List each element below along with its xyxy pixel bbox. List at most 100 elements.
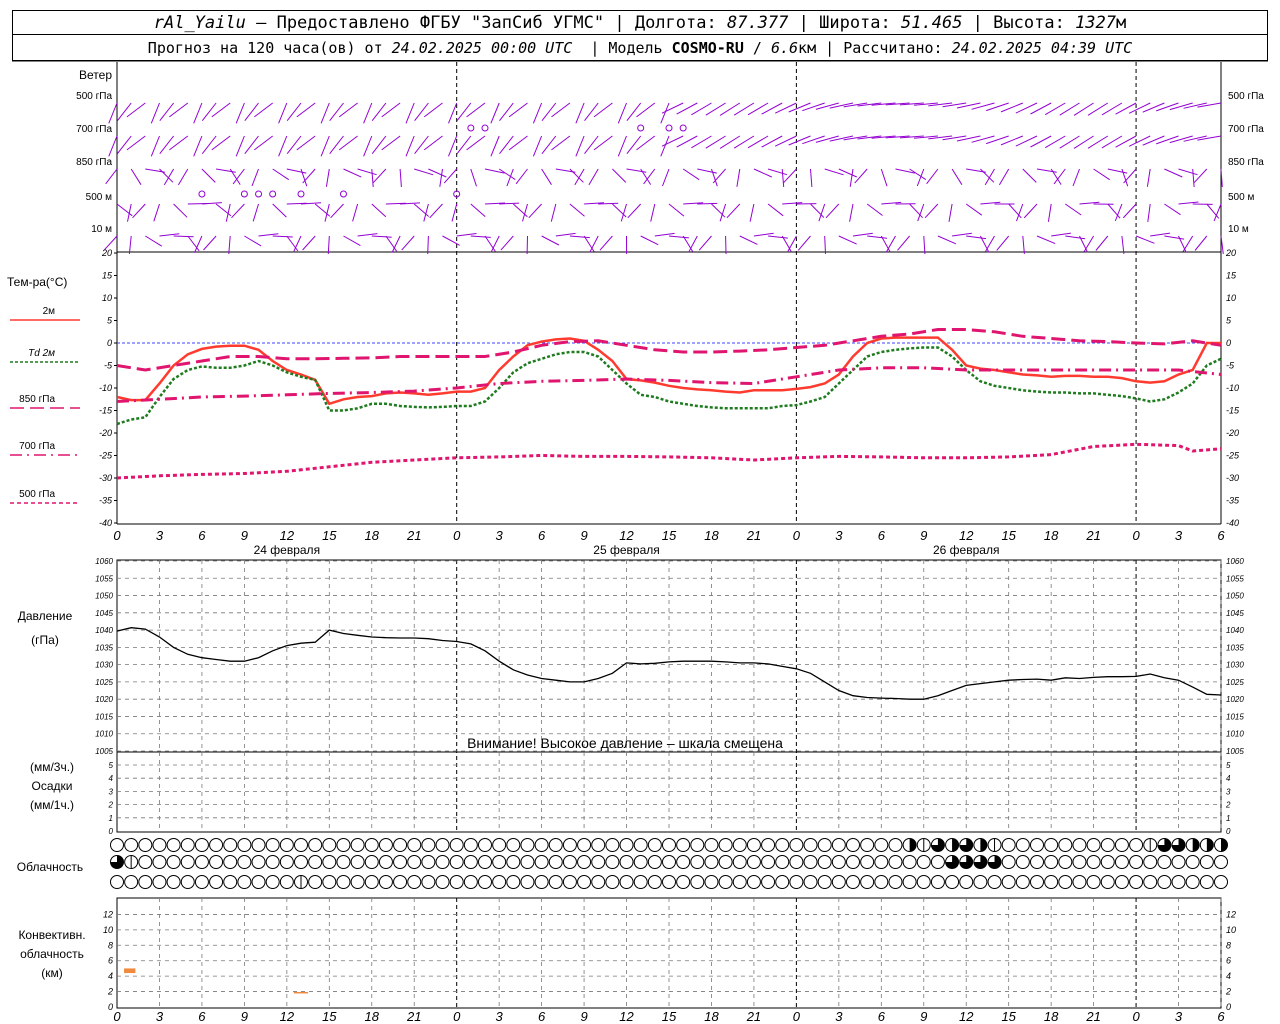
- wind-barb: [1022, 168, 1037, 183]
- hour-tick-label: 9: [241, 528, 248, 543]
- convective-title-line: (км): [41, 966, 63, 980]
- temp-tick-left: 5: [107, 316, 113, 326]
- pressure-tick-right: 1035: [1226, 643, 1244, 652]
- cloud-symbol: [308, 838, 323, 852]
- cloud-symbol: [435, 875, 450, 889]
- wind-barb: [1213, 203, 1222, 222]
- wind-barb: [399, 168, 402, 188]
- pressure-tick-left: 1025: [95, 678, 113, 687]
- wind-barb: [201, 202, 222, 205]
- hour-tick-label: 0: [1132, 528, 1140, 543]
- cloud-symbol: [364, 838, 379, 852]
- wind-barb: [363, 102, 373, 124]
- precip-tick-right: 2: [1225, 801, 1231, 810]
- cloud-symbol: [775, 838, 790, 852]
- precip-tick-right: 0: [1226, 827, 1231, 836]
- cloud-symbol: [775, 855, 790, 869]
- wind-barb: [1164, 168, 1183, 178]
- calm-wind-circle: [240, 190, 248, 198]
- cloud-symbol: [463, 838, 478, 852]
- wind-barb: [187, 235, 200, 252]
- wind-barb: [1123, 168, 1137, 184]
- convective-tick-right: 4: [1226, 971, 1231, 981]
- temp-tick-left: -20: [99, 428, 112, 438]
- convective-tick-right: 12: [1226, 909, 1236, 919]
- cloud-symbol: [506, 838, 521, 852]
- wind-barb: [866, 203, 883, 216]
- wind-level-label-right: 500 м: [1228, 192, 1254, 203]
- cloud-symbol: [1072, 838, 1087, 852]
- wind-barb: [661, 102, 684, 114]
- cloud-symbol: [746, 875, 761, 889]
- hour-tick-label: 6: [1217, 528, 1225, 543]
- cloud-symbol: [492, 855, 507, 869]
- temp-tick-left: 15: [102, 271, 113, 281]
- precip-tick-right: 1: [1226, 814, 1230, 823]
- cloud-symbol: [1214, 855, 1228, 869]
- temp-tick-left: 0: [107, 338, 112, 348]
- wind-barb: [414, 102, 429, 122]
- temp-legend-label: 2м: [43, 306, 56, 317]
- wind-barb: [251, 168, 259, 187]
- cloud-symbol: [676, 838, 691, 852]
- cloud-symbol: [1199, 855, 1214, 869]
- temp-tick-right: -5: [1226, 361, 1235, 371]
- temp-tick-left: -10: [99, 383, 112, 393]
- wind-barb: [810, 168, 813, 188]
- wind-barb: [371, 168, 374, 188]
- bottom-hour-tick-label: 9: [580, 1009, 587, 1024]
- hour-tick-label: 3: [496, 528, 504, 543]
- wind-barb: [159, 102, 174, 122]
- wind-barb: [810, 203, 825, 218]
- wind-barb: [1047, 203, 1052, 222]
- cloud-symbol: [732, 838, 747, 852]
- bottom-hour-tick-label: 12: [280, 1009, 295, 1024]
- calm-wind-circle: [297, 190, 305, 198]
- cloud-symbol: [265, 838, 280, 852]
- day-label: 26 февраля: [933, 543, 999, 557]
- cloud-symbol: [1044, 855, 1059, 869]
- wind-barb: [1135, 235, 1155, 244]
- pressure-tick-right: 1050: [1226, 592, 1244, 601]
- calm-wind-circle: [481, 124, 489, 132]
- pressure-tick-right: 1040: [1226, 626, 1244, 635]
- wind-title: Ветер: [79, 68, 112, 82]
- wind-barb: [286, 168, 307, 174]
- temp-tick-left: 20: [101, 248, 112, 258]
- wind-barb: [1095, 235, 1109, 251]
- wind-barb: [1142, 102, 1165, 113]
- cloud-symbol: [704, 838, 719, 852]
- temp-tick-left: -15: [99, 406, 113, 416]
- cloud-symbol: [407, 855, 422, 869]
- bottom-hour-tick-label: 6: [1217, 1009, 1225, 1024]
- pressure-tick-left: 1040: [95, 626, 113, 635]
- convective-tick-left: 4: [108, 971, 113, 981]
- wind-barb: [357, 168, 377, 176]
- cloud-symbol: [1001, 838, 1016, 852]
- cloud-symbol: [194, 875, 209, 889]
- wind-barb: [575, 102, 585, 124]
- cloud-symbol: [378, 855, 393, 869]
- pressure-axis-title: Давление: [18, 609, 73, 623]
- temp-tick-right: -20: [1226, 428, 1239, 438]
- cloud-symbol: [562, 855, 577, 869]
- hour-tick-label: 18: [1044, 528, 1059, 543]
- wind-barb: [815, 102, 839, 110]
- precip-tick-right: 5: [1226, 761, 1231, 770]
- cloud-symbol: [676, 855, 691, 869]
- pressure-tick-left: 1060: [95, 557, 113, 566]
- wind-barb: [1065, 235, 1086, 240]
- calm-wind-circle: [467, 124, 475, 132]
- cloud-symbol: [591, 875, 606, 889]
- temp-axis-title: Тем-ра(°C): [7, 275, 67, 289]
- precip-label-mid: Осадки: [32, 779, 73, 793]
- cloud-symbol: [421, 855, 436, 869]
- wind-barb: [617, 102, 627, 124]
- temp-tick-right: 15: [1226, 271, 1237, 281]
- cloud-symbol: [180, 855, 195, 869]
- wind-barb: [228, 235, 231, 255]
- cloud-symbol: [279, 838, 294, 852]
- wind-barb: [177, 168, 189, 186]
- wind-barb: [966, 235, 987, 240]
- temp-tick-right: -15: [1226, 406, 1240, 416]
